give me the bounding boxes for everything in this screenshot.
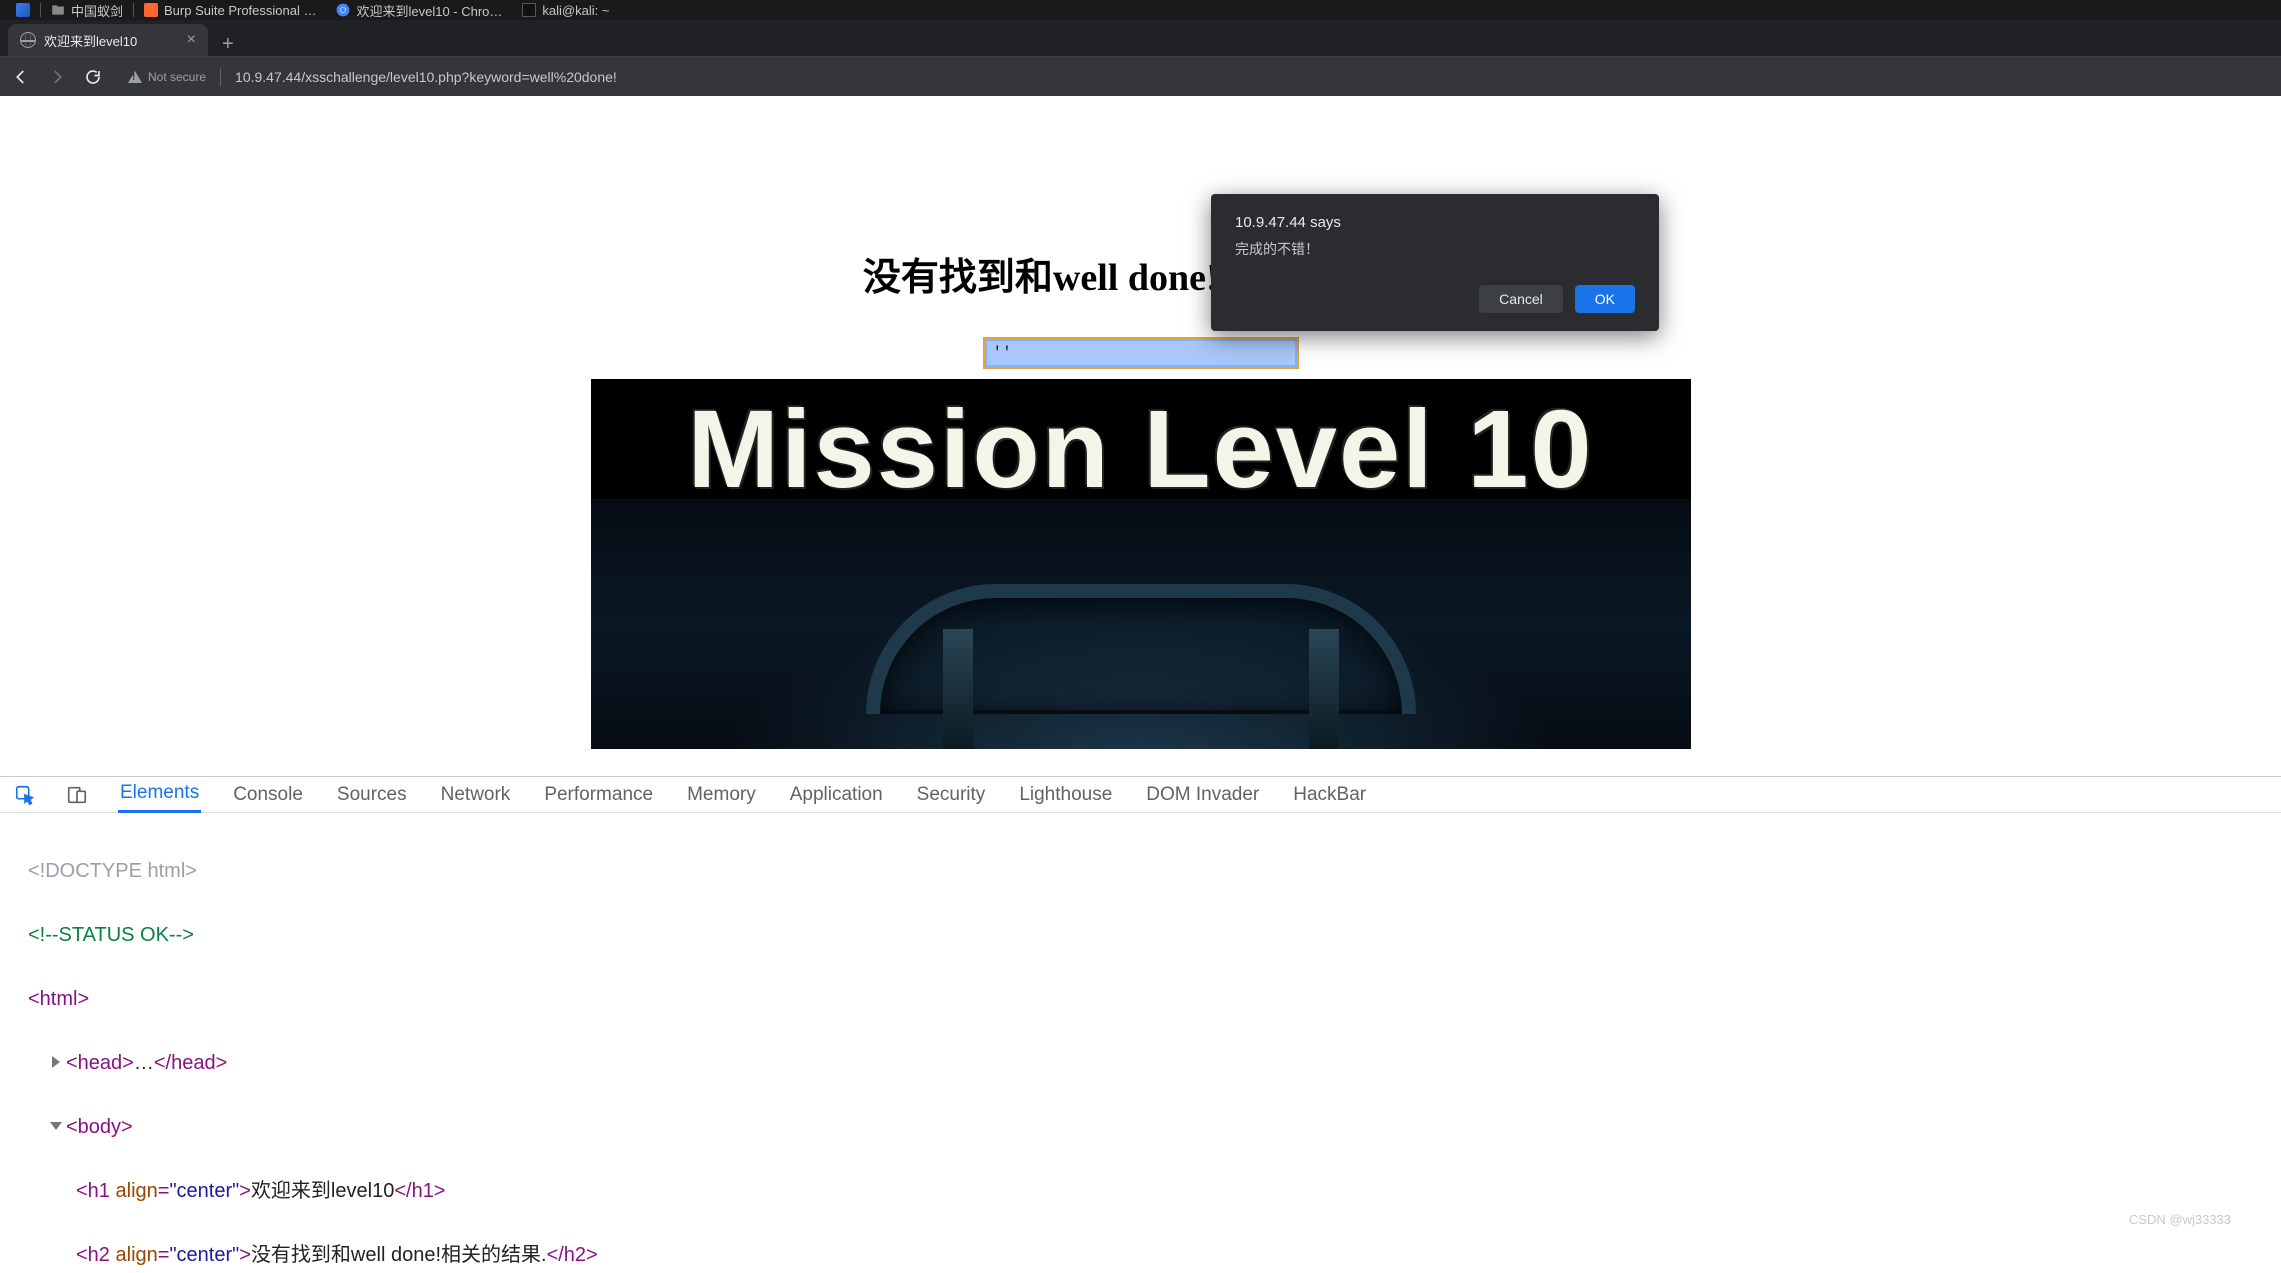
mission-pillar — [1309, 629, 1339, 749]
cancel-button[interactable]: Cancel — [1479, 285, 1563, 313]
folder-icon — [51, 3, 65, 17]
code-doctype: <!DOCTYPE html> — [28, 860, 197, 882]
forward-button[interactable] — [46, 66, 68, 88]
devtools-tab-dom-invader[interactable]: DOM Invader — [1144, 778, 1261, 812]
code-html-open: <html> — [28, 988, 89, 1010]
ok-button[interactable]: OK — [1575, 285, 1635, 313]
alert-message: 完成的不错！ — [1235, 239, 1635, 259]
back-button[interactable] — [10, 66, 32, 88]
security-label: Not secure — [148, 70, 206, 84]
mission-title: Mission Level 10 — [591, 379, 1691, 505]
devtools-tab-application[interactable]: Application — [788, 778, 885, 812]
new-tab-button[interactable]: + — [208, 33, 248, 56]
mission-banner: Mission Level 10 — [591, 379, 1691, 749]
watermark: CSDN @wj33333 — [2129, 1212, 2231, 1227]
devtools-tab-sources[interactable]: Sources — [335, 778, 409, 812]
devtools-tab-performance[interactable]: Performance — [542, 778, 655, 812]
security-badge[interactable]: Not secure — [128, 70, 206, 84]
page-content: 没有找到和well done!相关的结果. input 184.57 × 21.… — [0, 96, 2281, 749]
tab-title: 欢迎来到level10 — [44, 31, 137, 50]
taskbar-item-kali[interactable] — [6, 3, 40, 17]
code-h1[interactable]: <h1 align="center">欢迎来到level10</h1> — [28, 1175, 2277, 1207]
browser-tabstrip: 欢迎来到level10 × + — [0, 20, 2281, 56]
devtools-tab-lighthouse[interactable]: Lighthouse — [1017, 778, 1114, 812]
terminal-icon — [522, 3, 536, 17]
result-heading: 没有找到和well done!相关的结果. — [0, 246, 2281, 301]
burp-icon — [144, 3, 158, 17]
warning-icon — [128, 71, 142, 83]
devtools-tab-elements[interactable]: Elements — [118, 776, 201, 813]
t-sort-input[interactable] — [983, 337, 1299, 369]
devtools-toolbar: Elements Console Sources Network Perform… — [0, 777, 2281, 813]
taskbar-item-burp[interactable]: Burp Suite Professional … — [134, 3, 326, 18]
taskbar-item-label: kali@kali: ~ — [542, 3, 609, 18]
device-toolbar-button[interactable] — [66, 784, 88, 806]
tab-close-button[interactable]: × — [187, 31, 196, 49]
page-viewport: 10.9.47.44 says 完成的不错！ Cancel OK 没有找到和we… — [0, 96, 2281, 776]
code-h2[interactable]: <h2 align="center">没有找到和well done!相关的结果.… — [28, 1239, 2277, 1271]
taskbar-item-label: Burp Suite Professional … — [164, 3, 316, 18]
taskbar-item-file-manager[interactable]: 中国蚁剑 — [41, 1, 133, 20]
browser-tab-active[interactable]: 欢迎来到level10 × — [8, 24, 208, 56]
taskbar-item-label: 欢迎来到level10 - Chro… — [356, 1, 502, 20]
collapse-icon[interactable] — [50, 1122, 62, 1130]
expand-icon[interactable] — [52, 1056, 60, 1068]
globe-icon — [20, 32, 36, 48]
mission-pillar — [943, 629, 973, 749]
browser-toolbar: Not secure 10.9.47.44/xsschallenge/level… — [0, 56, 2281, 96]
devtools-dom-tree[interactable]: <!DOCTYPE html> <!--STATUS OK--> <html> … — [0, 813, 2281, 1273]
inspect-element-button[interactable] — [14, 784, 36, 806]
taskbar-item-label: 中国蚁剑 — [71, 1, 123, 20]
chrome-icon — [336, 3, 350, 17]
taskbar-item-terminal[interactable]: kali@kali: ~ — [512, 3, 619, 18]
devtools-panel: Elements Console Sources Network Perform… — [0, 776, 2281, 1273]
devtools-tab-security[interactable]: Security — [915, 778, 988, 812]
os-taskbar: 中国蚁剑 Burp Suite Professional … 欢迎来到level… — [0, 0, 2281, 20]
devtools-tab-network[interactable]: Network — [439, 778, 513, 812]
reload-button[interactable] — [82, 66, 104, 88]
taskbar-item-chrome[interactable]: 欢迎来到level10 - Chro… — [326, 1, 512, 20]
alert-dialog: 10.9.47.44 says 完成的不错！ Cancel OK — [1211, 194, 1659, 331]
devtools-tab-memory[interactable]: Memory — [685, 778, 758, 812]
devtools-tab-hackbar[interactable]: HackBar — [1291, 778, 1368, 812]
code-comment: <!--STATUS OK--> — [28, 924, 194, 946]
devtools-tab-console[interactable]: Console — [231, 778, 305, 812]
alert-origin: 10.9.47.44 says — [1235, 214, 1635, 231]
address-bar[interactable]: 10.9.47.44/xsschallenge/level10.php?keyw… — [235, 69, 2271, 85]
